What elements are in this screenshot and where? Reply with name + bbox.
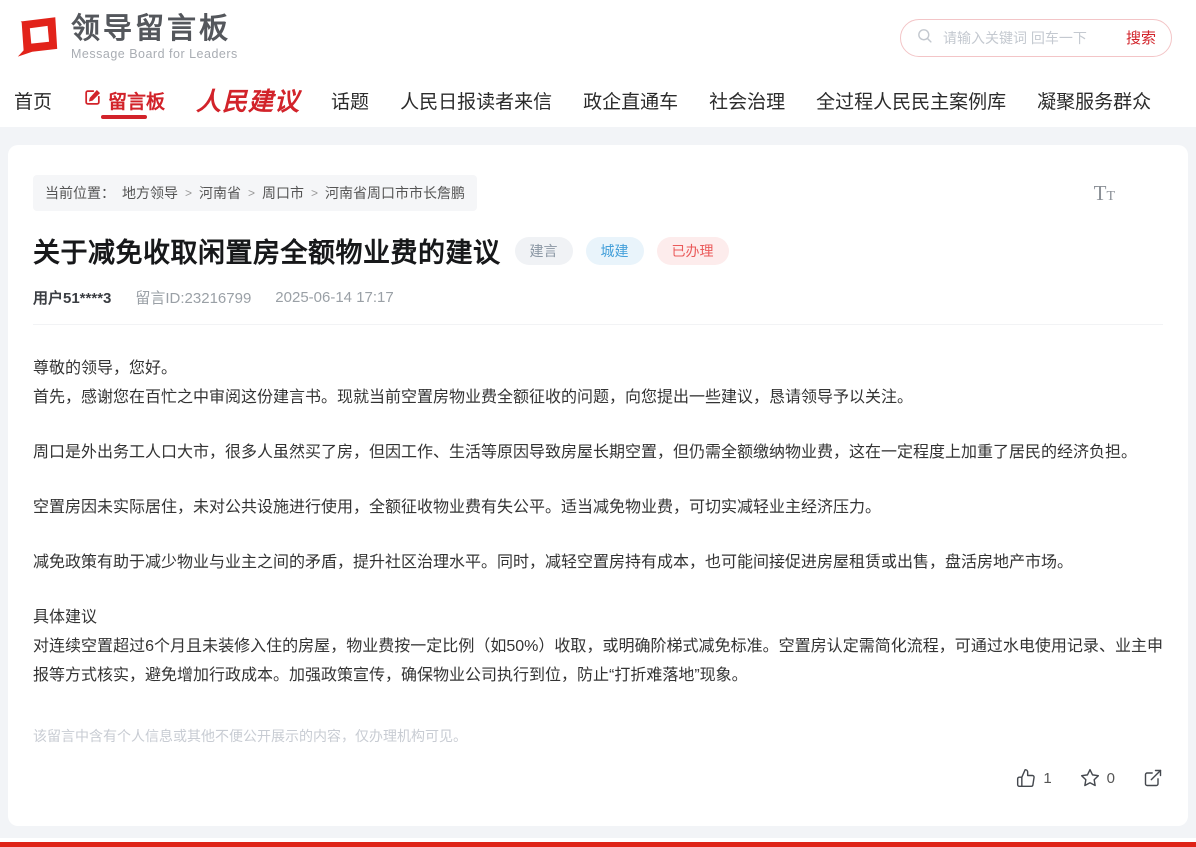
site-logo[interactable]: 领导留言板 Message Board for Leaders <box>14 11 238 64</box>
body-paragraph: 减免政策有助于减少物业与业主之间的矛盾，提升社区治理水平。同时，减轻空置房持有成… <box>33 548 1163 577</box>
breadcrumb-prefix: 当前位置： <box>45 183 115 203</box>
nav-item-0[interactable]: 首页 <box>14 75 52 121</box>
nav-item-label: 话题 <box>331 87 369 114</box>
breadcrumb: 当前位置： 地方领导 > 河南省 > 周口市 > 河南省周口市市长詹鹏 <box>33 175 477 211</box>
body-block-4: 具体建议对连续空置超过6个月且未装修入住的房屋，物业费按一定比例（如50%）收取… <box>33 603 1163 690</box>
action-bar: 1 0 <box>33 768 1163 826</box>
body-block-2: 空置房因未实际居住，未对公共设施进行使用，全额征收物业费有失公平。适当减免物业费… <box>33 493 1163 522</box>
nav-item-label: 凝聚服务群众 <box>1037 87 1151 114</box>
nav-item-label: 社会治理 <box>709 87 785 114</box>
share-button[interactable] <box>1143 768 1163 788</box>
breadcrumb-separator: > <box>248 186 255 200</box>
logo-speech-bubble-icon <box>14 11 62 64</box>
tag-badge-2: 已办理 <box>657 237 729 265</box>
body-paragraph: 首先，感谢您在百忙之中审阅这份建言书。现就当前空置房物业费全额征收的问题，向您提… <box>33 383 1163 412</box>
tag-list: 建言城建已办理 <box>515 237 729 265</box>
like-button[interactable]: 1 <box>1016 768 1051 788</box>
body-block-3: 减免政策有助于减少物业与业主之间的矛盾，提升社区治理水平。同时，减轻空置房持有成… <box>33 548 1163 577</box>
font-size-icon[interactable]: TT <box>1094 181 1115 206</box>
active-tab-underline <box>101 115 147 119</box>
nav-item-1[interactable]: 留言板 <box>83 75 165 121</box>
star-icon <box>1080 768 1100 788</box>
body-paragraph: 周口是外出务工人口大市，很多人虽然买了房，但因工作、生活等原因导致房屋长期空置，… <box>33 438 1163 467</box>
breadcrumb-item-2[interactable]: 周口市 <box>262 183 304 203</box>
nav-item-2[interactable]: 人民建议 <box>196 75 300 121</box>
nav-item-label: 人民日报读者来信 <box>400 87 552 114</box>
search-button[interactable]: 搜索 <box>1126 27 1156 48</box>
nav-item-8[interactable]: 凝聚服务群众 <box>1037 75 1151 121</box>
body-paragraph: 对连续空置超过6个月且未装修入住的房屋，物业费按一定比例（如50%）收取，或明确… <box>33 632 1163 690</box>
breadcrumb-item-0[interactable]: 地方领导 <box>122 183 178 203</box>
pen-square-icon <box>83 88 102 113</box>
page-title: 关于减免收取闲置房全额物业费的建议 <box>33 231 501 270</box>
search-icon <box>916 27 933 49</box>
nav-item-label: 全过程人民民主案例库 <box>816 87 1006 114</box>
site-header: 领导留言板 Message Board for Leaders 搜索 <box>0 0 1196 75</box>
page-background: 当前位置： 地方领导 > 河南省 > 周口市 > 河南省周口市市长詹鹏 TT 关于减免收取闲置… <box>0 127 1196 838</box>
message-id: 留言ID:23216799 <box>135 287 251 308</box>
breadcrumb-separator: > <box>311 186 318 200</box>
author-name: 用户51****3 <box>33 287 111 308</box>
nav-item-3[interactable]: 话题 <box>331 75 369 121</box>
thumbs-up-icon <box>1016 768 1036 788</box>
logo-title: 领导留言板 <box>71 15 238 44</box>
body-block-0: 尊敬的领导，您好。首先，感谢您在百忙之中审阅这份建言书。现就当前空置房物业费全额… <box>33 354 1163 412</box>
footer-red-bar <box>0 842 1196 847</box>
nav-item-5[interactable]: 政企直通车 <box>583 75 678 121</box>
post-body: 尊敬的领导，您好。首先，感谢您在百忙之中审阅这份建言书。现就当前空置房物业费全额… <box>33 354 1163 690</box>
favorite-count: 0 <box>1107 770 1115 787</box>
message-card: 当前位置： 地方领导 > 河南省 > 周口市 > 河南省周口市市长詹鹏 TT 关于减免收取闲置… <box>8 145 1188 826</box>
logo-subtitle: Message Board for Leaders <box>71 47 238 61</box>
post-date: 2025-06-14 17:17 <box>275 289 393 306</box>
main-nav: 首页 留言板 人民建议 话题 人民日报读者来信 政企直通车 社会治理 全过程人民民主案例库 凝聚… <box>0 75 1196 127</box>
breadcrumb-item-3[interactable]: 河南省周口市市长詹鹏 <box>325 183 465 203</box>
nav-item-7[interactable]: 全过程人民民主案例库 <box>816 75 1006 121</box>
nav-item-6[interactable]: 社会治理 <box>709 75 785 121</box>
breadcrumb-item-1[interactable]: 河南省 <box>199 183 241 203</box>
search-bar: 搜索 <box>900 19 1172 57</box>
post-meta: 用户51****3 留言ID:23216799 2025-06-14 17:17 <box>33 287 1163 325</box>
body-paragraph: 尊敬的领导，您好。 <box>33 354 1163 383</box>
nav-item-label: 政企直通车 <box>583 87 678 114</box>
share-icon <box>1143 768 1163 788</box>
favorite-button[interactable]: 0 <box>1080 768 1115 788</box>
like-count: 1 <box>1043 770 1051 787</box>
tag-badge-0: 建言 <box>515 237 573 265</box>
nav-item-label: 留言板 <box>108 87 165 114</box>
body-paragraph: 空置房因未实际居住，未对公共设施进行使用，全额征收物业费有失公平。适当减免物业费… <box>33 493 1163 522</box>
tag-badge-1: 城建 <box>586 237 644 265</box>
body-block-1: 周口是外出务工人口大市，很多人虽然买了房，但因工作、生活等原因导致房屋长期空置，… <box>33 438 1163 467</box>
nav-item-4[interactable]: 人民日报读者来信 <box>400 75 552 121</box>
privacy-note: 该留言中含有个人信息或其他不便公开展示的内容，仅办理机构可见。 <box>33 726 1163 746</box>
nav-item-label: 人民建议 <box>196 82 300 118</box>
breadcrumb-separator: > <box>185 186 192 200</box>
body-paragraph: 具体建议 <box>33 603 1163 632</box>
search-input[interactable] <box>941 29 1118 47</box>
nav-item-label: 首页 <box>14 87 52 114</box>
